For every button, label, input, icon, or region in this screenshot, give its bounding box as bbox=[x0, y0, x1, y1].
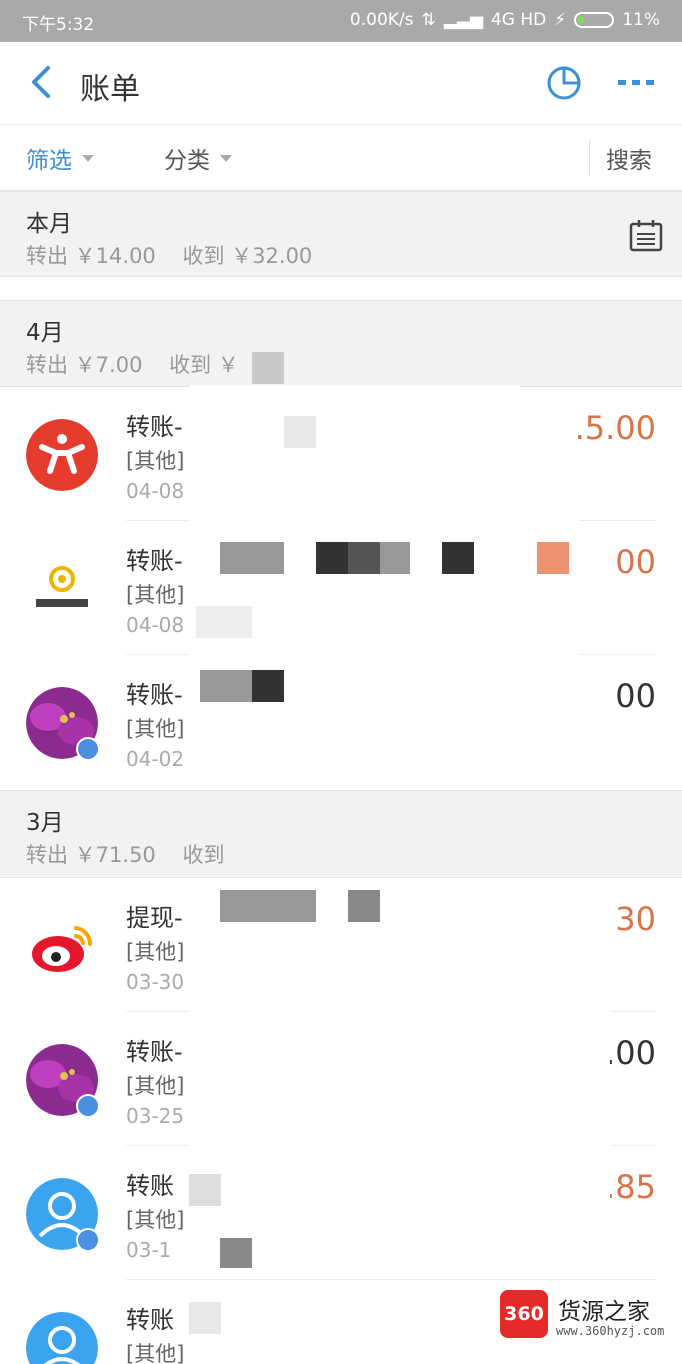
month-title: 本月 bbox=[26, 211, 72, 237]
mosaic-block bbox=[442, 542, 474, 574]
transaction-date: 04-08 bbox=[126, 479, 185, 503]
verified-badge-icon bbox=[76, 737, 100, 761]
page-title: 账单 bbox=[80, 72, 140, 107]
month-header-march: 3月 转出 ￥71.50 收到 bbox=[0, 790, 682, 878]
transaction-amount: .5.00 bbox=[574, 409, 656, 447]
privacy-mask bbox=[190, 385, 520, 790]
transaction-date: 04-02 bbox=[126, 747, 185, 771]
month-header-current: 本月 转出 ￥14.00 收到 ￥32.00 bbox=[0, 191, 682, 277]
mosaic-block bbox=[284, 416, 316, 448]
transaction-date: 03-1 bbox=[126, 1238, 172, 1262]
transaction-amount: 00 bbox=[615, 677, 656, 715]
network-type: 4G HD bbox=[490, 10, 547, 30]
mosaic-block bbox=[380, 542, 410, 574]
transaction-date: 04-08 bbox=[126, 613, 185, 637]
month-summary: 转出 ￥14.00 收到 ￥32.00 bbox=[26, 244, 313, 268]
verified-badge-icon bbox=[76, 1094, 100, 1118]
mosaic-block bbox=[348, 542, 380, 574]
weibo-icon bbox=[26, 910, 98, 982]
transaction-category: [其他] bbox=[126, 717, 185, 741]
privacy-mask bbox=[190, 878, 610, 1278]
transaction-date: 03-30 bbox=[126, 970, 185, 994]
filter-bar: 筛选 分类 搜索 bbox=[0, 125, 682, 191]
battery-icon bbox=[574, 12, 615, 28]
transaction-name: 转账- bbox=[126, 681, 183, 709]
transaction-name: 转账- bbox=[126, 547, 183, 575]
privacy-mask bbox=[520, 440, 580, 790]
verified-badge-icon bbox=[76, 1228, 100, 1252]
pie-chart-icon[interactable] bbox=[544, 62, 584, 102]
transaction-amount: .00 bbox=[605, 1034, 656, 1072]
filter-dropdown[interactable]: 筛选 bbox=[26, 141, 94, 175]
category-label: 分类 bbox=[164, 148, 210, 174]
watermark-brand: 货源之家 bbox=[558, 1299, 650, 1325]
battery-percent: 11% bbox=[622, 10, 660, 30]
month-summary: 转出 ￥7.00 收到 ￥ bbox=[26, 353, 239, 377]
transaction-category: [其他] bbox=[126, 1208, 185, 1232]
privacy-mask bbox=[580, 1150, 605, 1210]
huishoubao-logo bbox=[26, 553, 98, 625]
month-header-april: 4月 转出 ￥7.00 收到 ￥ bbox=[0, 300, 682, 387]
transaction-amount: 00 bbox=[615, 543, 656, 581]
more-dots-icon[interactable] bbox=[614, 62, 658, 102]
transaction-category: [其他] bbox=[126, 583, 185, 607]
transaction-category: [其他] bbox=[126, 1342, 185, 1364]
transaction-category: [其他] bbox=[126, 940, 185, 964]
red-running-person-icon bbox=[26, 419, 98, 491]
filter-divider bbox=[589, 141, 590, 175]
transaction-name: 转账 bbox=[126, 1306, 174, 1334]
search-button[interactable]: 搜索 bbox=[606, 141, 652, 175]
status-right: 0.00K/s ⇅ ▂▃▅ 4G HD ⚡ 11% bbox=[350, 10, 660, 30]
charging-icon: ⚡ bbox=[554, 10, 567, 30]
transaction-name: 转账- bbox=[126, 413, 183, 441]
watermark: 360 货源之家 www.360hyzj.com bbox=[500, 1290, 682, 1342]
status-bar: 下午5:32 0.00K/s ⇅ ▂▃▅ 4G HD ⚡ 11% bbox=[0, 0, 682, 42]
mosaic-block bbox=[537, 542, 569, 574]
net-speed: 0.00K/s bbox=[349, 10, 414, 30]
caret-down-icon bbox=[220, 154, 232, 162]
transaction-name: 提现- bbox=[126, 904, 183, 932]
filter-label: 筛选 bbox=[26, 148, 72, 174]
mosaic-block bbox=[252, 670, 284, 702]
transaction-date: 03-25 bbox=[126, 1104, 185, 1128]
mosaic-block bbox=[189, 1174, 221, 1206]
caret-down-icon bbox=[82, 154, 94, 162]
transaction-amount: .85 bbox=[605, 1168, 656, 1206]
transaction-name: 转账- bbox=[126, 1038, 183, 1066]
month-title: 4月 bbox=[26, 320, 64, 346]
transaction-amount: 30 bbox=[615, 900, 656, 938]
mosaic-block bbox=[348, 890, 380, 922]
month-summary: 转出 ￥71.50 收到 bbox=[26, 843, 225, 867]
nav-bar: 账单 bbox=[0, 42, 682, 125]
calendar-icon[interactable] bbox=[628, 218, 664, 254]
back-arrow-icon[interactable] bbox=[26, 62, 56, 102]
category-dropdown[interactable]: 分类 bbox=[164, 141, 232, 175]
mosaic-block bbox=[200, 670, 252, 702]
signal-icon: ▂▃▅ bbox=[443, 10, 483, 30]
mosaic-block bbox=[220, 542, 284, 574]
transaction-name: 转账 bbox=[126, 1172, 174, 1200]
month-title: 3月 bbox=[26, 810, 64, 836]
transaction-category: [其他] bbox=[126, 1074, 185, 1098]
transaction-category: [其他] bbox=[126, 449, 185, 473]
mosaic-block bbox=[189, 1302, 221, 1334]
watermark-logo: 360 bbox=[500, 1290, 548, 1338]
mosaic-block bbox=[196, 606, 252, 638]
mosaic-block bbox=[252, 352, 284, 384]
mosaic-block bbox=[316, 542, 348, 574]
watermark-url: www.360hyzj.com bbox=[556, 1324, 665, 1338]
mosaic-block bbox=[220, 890, 316, 922]
default-user-icon bbox=[26, 1312, 98, 1364]
status-time: 下午5:32 bbox=[22, 15, 95, 35]
data-arrows-icon: ⇅ bbox=[421, 10, 436, 30]
mosaic-block bbox=[220, 1238, 252, 1268]
